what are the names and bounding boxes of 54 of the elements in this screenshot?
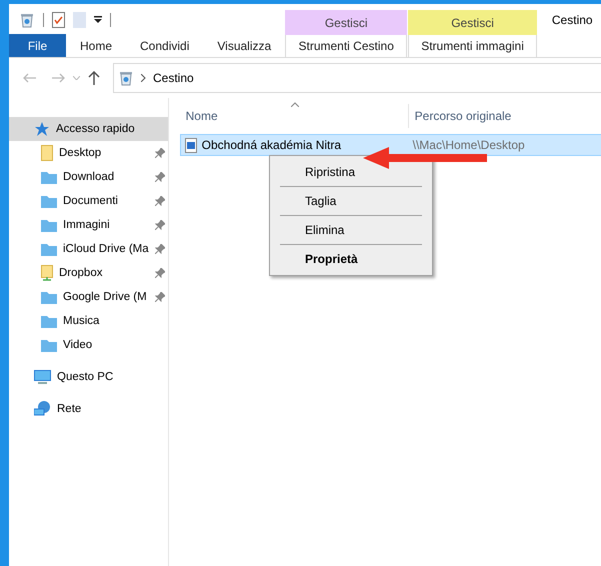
- file-row[interactable]: Obchodná akadémia Nitra \\Mac\Home\Desktop: [180, 134, 601, 156]
- file-path: \\Mac\Home\Desktop: [412, 138, 525, 152]
- navigation-item[interactable]: Dropbox: [9, 261, 168, 285]
- pin-icon[interactable]: [154, 220, 165, 230]
- folder-icon: [41, 265, 53, 281]
- navigation-item[interactable]: Documenti: [9, 189, 168, 213]
- navigation-item[interactable]: Questo PC: [9, 365, 168, 389]
- menu-item[interactable]: Proprietà: [280, 244, 422, 273]
- pin-icon[interactable]: [154, 268, 165, 278]
- network-icon: [34, 401, 51, 417]
- navigation-item[interactable]: Video: [9, 333, 168, 357]
- context-tab-header: Gestisci: [408, 10, 537, 35]
- address-field[interactable]: Cestino: [113, 63, 601, 93]
- context-tab-header: Gestisci: [285, 10, 408, 35]
- folder-icon: [41, 145, 53, 161]
- recycle-bin-icon: [19, 12, 35, 28]
- ribbon-tab[interactable]: Visualizza: [203, 34, 286, 57]
- dropdown-icon[interactable]: [94, 16, 102, 24]
- star-icon: [34, 121, 50, 137]
- window-title: Cestino: [552, 13, 593, 27]
- properties-icon[interactable]: [52, 12, 65, 28]
- menu-item[interactable]: Taglia: [280, 186, 422, 215]
- caret-icon[interactable]: [72, 76, 80, 80]
- up-icon[interactable]: [88, 71, 100, 85]
- navigation-item[interactable]: Musica: [9, 309, 168, 333]
- column-header[interactable]: Nome: [180, 104, 408, 128]
- sort-icon: [290, 102, 299, 107]
- pin-icon[interactable]: [154, 196, 165, 206]
- file-name: Obchodná akadémia Nitra: [202, 138, 342, 152]
- navigation-item[interactable]: Desktop: [9, 141, 168, 165]
- navigation-item[interactable]: Rete: [9, 397, 168, 421]
- pin-icon[interactable]: [154, 244, 165, 254]
- navigation-item[interactable]: iCloud Drive (Ma: [9, 237, 168, 261]
- navigation-item[interactable]: Google Drive (M: [9, 285, 168, 309]
- image-file-icon: [184, 138, 197, 152]
- recycle-bin-icon: [118, 70, 134, 86]
- ribbon-tab[interactable]: Strumenti immagini: [408, 35, 537, 57]
- file-tab[interactable]: File: [9, 34, 66, 57]
- menu-item[interactable]: Elimina: [280, 215, 422, 244]
- navigation-item[interactable]: Immagini: [9, 213, 168, 237]
- navigation-item[interactable]: Accesso rapido: [9, 117, 168, 141]
- computer-icon: [34, 370, 51, 384]
- pin-icon[interactable]: [154, 148, 165, 158]
- menu-item[interactable]: Ripristina: [280, 158, 422, 186]
- pin-icon[interactable]: [154, 172, 165, 182]
- ribbon-tab[interactable]: Home: [66, 34, 126, 57]
- column-header[interactable]: Percorso originale: [408, 104, 601, 128]
- pin-icon[interactable]: [154, 292, 165, 302]
- back-icon[interactable]: [23, 73, 37, 83]
- forward-icon[interactable]: [51, 73, 65, 83]
- chevron-icon: [141, 74, 146, 82]
- navigation-item[interactable]: Download: [9, 165, 168, 189]
- ribbon-tab[interactable]: Strumenti Cestino: [285, 35, 408, 57]
- ribbon-tab[interactable]: Condividi: [126, 34, 204, 57]
